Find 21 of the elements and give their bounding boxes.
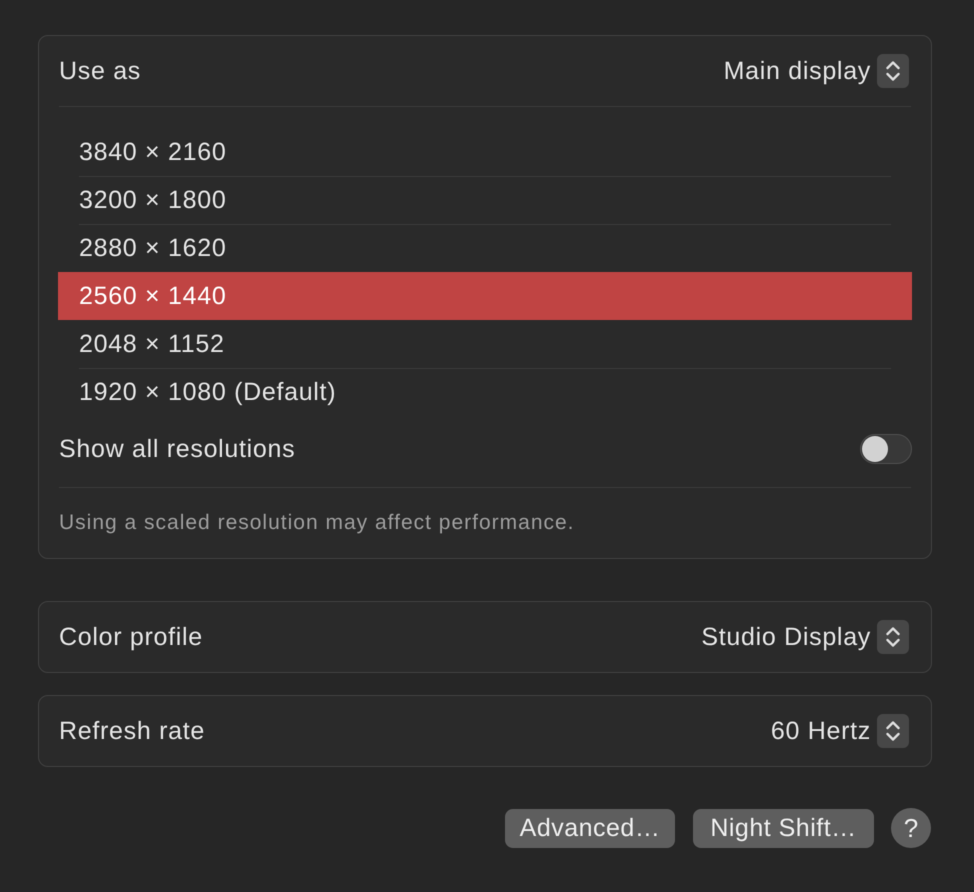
resolution-option[interactable]: 2560 × 1440: [58, 272, 912, 320]
chevron-up-down-icon: [877, 54, 909, 88]
resolution-option[interactable]: 1920 × 1080 (Default): [58, 368, 912, 416]
chevron-up-down-icon: [877, 620, 909, 654]
help-button[interactable]: ?: [891, 808, 931, 848]
resolution-option[interactable]: 3200 × 1800: [58, 176, 912, 224]
resolution-option[interactable]: 3840 × 2160: [58, 128, 912, 176]
color-profile-popup[interactable]: Studio Display: [701, 620, 909, 654]
resolution-option[interactable]: 2880 × 1620: [58, 224, 912, 272]
performance-note: Using a scaled resolution may affect performance.: [59, 511, 575, 535]
resolution-option[interactable]: 2048 × 1152: [58, 320, 912, 368]
toggle-switch[interactable]: [860, 434, 912, 464]
refresh-rate-label: Refresh rate: [59, 716, 205, 746]
use-as-label: Use as: [59, 56, 142, 86]
refresh-rate-popup[interactable]: 60 Hertz: [770, 714, 909, 748]
color-profile-label: Color profile: [59, 622, 203, 652]
show-all-resolutions-label: Show all resolutions: [59, 434, 296, 464]
night-shift-button[interactable]: Night Shift…: [693, 808, 874, 848]
use-as-popup[interactable]: Main display: [724, 54, 909, 88]
advanced-button[interactable]: Advanced…: [505, 808, 675, 848]
chevron-up-down-icon: [877, 714, 909, 748]
